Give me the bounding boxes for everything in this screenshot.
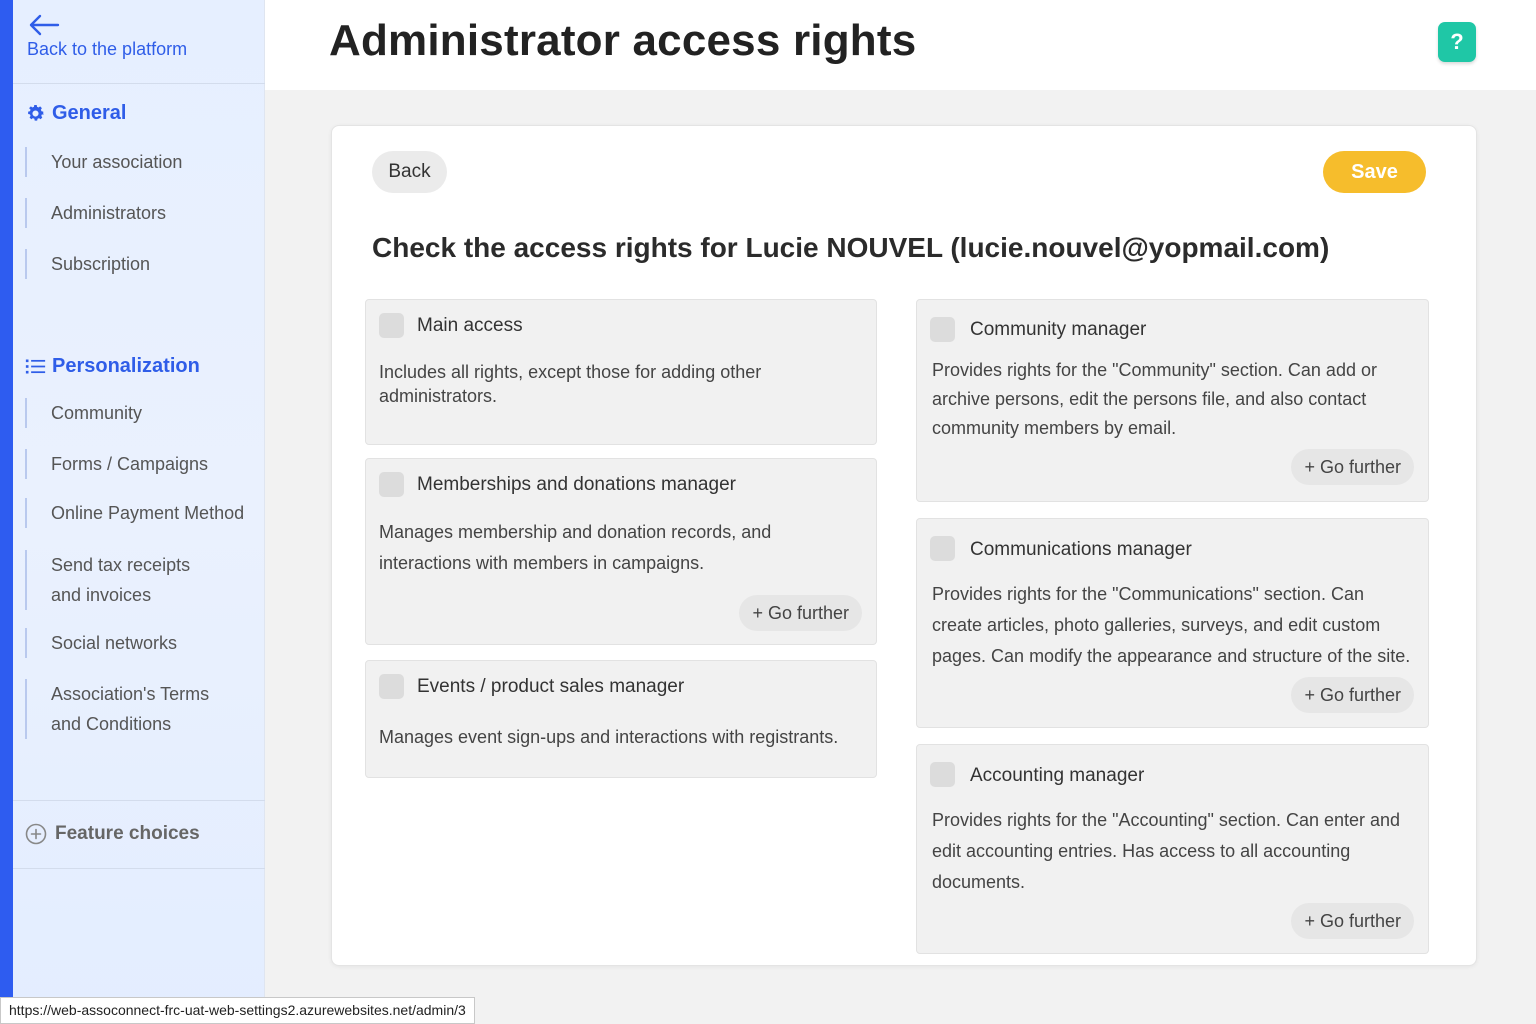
list-icon xyxy=(25,359,46,374)
role-card-community: Community manager Provides rights for th… xyxy=(916,299,1429,502)
sidebar: Back to the platform General Your associ… xyxy=(0,0,265,1024)
role-title: Communications manager xyxy=(970,539,1192,560)
access-rights-card: Back Save Check the access rights for Lu… xyxy=(331,125,1477,966)
role-card-events: Events / product sales manager Manages e… xyxy=(365,660,877,778)
section-personalization: Personalization xyxy=(25,355,200,378)
section-general-title: General xyxy=(52,102,127,124)
role-description: Includes all rights, except those for ad… xyxy=(379,362,762,406)
back-to-platform-label: Back to the platform xyxy=(27,39,188,59)
sidebar-item-terms-and-conditions[interactable]: Association's Terms and Conditions xyxy=(25,679,225,739)
sidebar-item-your-association[interactable]: Your association xyxy=(25,147,260,177)
sidebar-item-forms-campaigns[interactable]: Forms / Campaigns xyxy=(25,449,260,479)
question-icon: ? xyxy=(1450,29,1464,54)
back-to-platform-link[interactable]: Back to the platform xyxy=(13,0,265,84)
role-card-memberships: Memberships and donations manager Manage… xyxy=(365,458,877,645)
sidebar-accent-bar xyxy=(0,0,13,1024)
back-button[interactable]: Back xyxy=(372,151,447,193)
role-description: Manages event sign-ups and interactions … xyxy=(379,727,839,747)
sidebar-item-online-payment-method[interactable]: Online Payment Method xyxy=(25,498,260,528)
gear-icon xyxy=(28,105,44,121)
role-card-accounting: Accounting manager Provides rights for t… xyxy=(916,744,1429,954)
communications-checkbox[interactable] xyxy=(930,536,955,561)
role-card-main-access: Main access Includes all rights, except … xyxy=(365,299,877,445)
plus-circle-icon xyxy=(25,823,47,845)
go-further-button[interactable]: + Go further xyxy=(739,595,862,631)
help-button[interactable]: ? xyxy=(1438,22,1476,62)
sidebar-divider xyxy=(13,868,265,869)
role-description: Manages membership and donation records,… xyxy=(379,522,772,573)
status-bar-url: https://web-assoconnect-frc-uat-web-sett… xyxy=(0,997,475,1024)
section-general: General xyxy=(25,102,126,125)
access-rights-heading: Check the access rights for Lucie NOUVEL… xyxy=(372,232,1330,263)
go-further-button[interactable]: + Go further xyxy=(1291,449,1414,485)
sidebar-item-social-networks[interactable]: Social networks xyxy=(25,628,260,658)
go-further-button[interactable]: + Go further xyxy=(1291,677,1414,713)
memberships-checkbox[interactable] xyxy=(379,472,404,497)
role-description: Provides rights for the "Communications"… xyxy=(932,584,1411,666)
role-title: Community manager xyxy=(970,319,1147,340)
feature-choices-label: Feature choices xyxy=(55,823,200,844)
go-further-button[interactable]: + Go further xyxy=(1291,903,1414,939)
community-checkbox[interactable] xyxy=(930,317,955,342)
save-button[interactable]: Save xyxy=(1323,151,1426,193)
accounting-checkbox[interactable] xyxy=(930,762,955,787)
sidebar-divider xyxy=(13,800,265,801)
events-checkbox[interactable] xyxy=(379,674,404,699)
page-title: Administrator access rights xyxy=(329,16,917,65)
role-description: Provides rights for the "Community" sect… xyxy=(932,360,1377,438)
sidebar-item-subscription[interactable]: Subscription xyxy=(25,249,260,279)
role-card-communications: Communications manager Provides rights f… xyxy=(916,518,1429,728)
role-description: Provides rights for the "Accounting" sec… xyxy=(932,810,1401,892)
arrow-left-icon xyxy=(29,14,60,36)
sidebar-item-administrators[interactable]: Administrators xyxy=(25,198,260,228)
role-title: Memberships and donations manager xyxy=(417,474,736,495)
main-access-checkbox[interactable] xyxy=(379,313,404,338)
role-title: Accounting manager xyxy=(970,765,1145,786)
sidebar-item-send-tax-receipts[interactable]: Send tax receipts and invoices xyxy=(25,550,225,610)
sidebar-item-community[interactable]: Community xyxy=(25,398,260,428)
role-title: Events / product sales manager xyxy=(417,676,685,697)
section-personalization-title: Personalization xyxy=(52,355,200,377)
role-title: Main access xyxy=(417,315,523,336)
feature-choices-link[interactable]: Feature choices xyxy=(25,823,200,845)
page-header: Administrator access rights ? xyxy=(265,0,1536,90)
